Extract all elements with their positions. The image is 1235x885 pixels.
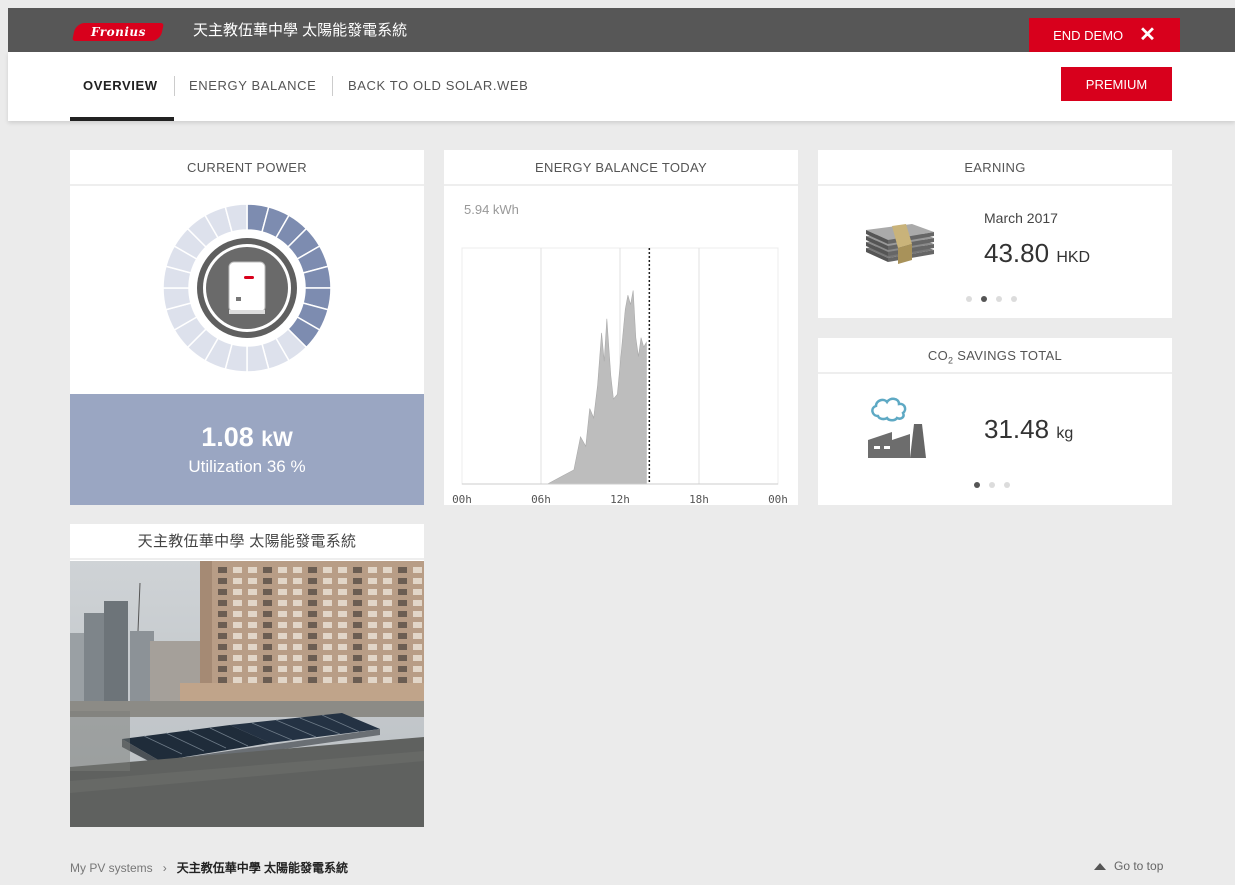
breadcrumb-current: 天主教伍華中學 太陽能發電系統	[176, 861, 349, 875]
end-demo-label: END DEMO	[1053, 27, 1124, 43]
earning-card[interactable]: EARNING March 2017 43.80 HKD	[818, 150, 1172, 318]
system-photo[interactable]	[70, 561, 424, 827]
power-value: 1.08	[201, 422, 254, 452]
x-tick-label: 00h	[768, 493, 788, 505]
utilization-text: Utilization 36 %	[188, 457, 306, 476]
top-bar: Fronius 天主教伍華中學 太陽能發電系統 END DEMO ✕	[8, 8, 1235, 52]
tab-divider	[174, 76, 175, 96]
co2-value: 31.48	[984, 414, 1050, 444]
nav-bar: OVERVIEW ENERGY BALANCE BACK TO OLD SOLA…	[8, 52, 1235, 121]
co2-title-main: CO	[927, 348, 949, 363]
pager-dot[interactable]	[974, 482, 980, 488]
pager-dot[interactable]	[1004, 482, 1010, 488]
breadcrumb-separator: ›	[162, 860, 167, 875]
co2-title: CO2 SAVINGS TOTAL	[818, 338, 1172, 374]
pager-dot[interactable]	[1011, 296, 1017, 302]
earning-unit: HKD	[1056, 249, 1091, 266]
energy-balance-title: ENERGY BALANCE TODAY	[444, 150, 798, 186]
tab-energy-balance[interactable]: ENERGY BALANCE	[189, 78, 316, 93]
breadcrumb-root-link[interactable]: My PV systems	[70, 861, 153, 875]
tab-overview[interactable]: OVERVIEW	[83, 78, 158, 93]
earning-value: 43.80	[984, 238, 1050, 268]
earning-pager	[966, 296, 1017, 302]
system-title: 天主教伍華中學 太陽能發電系統	[193, 22, 408, 39]
go-to-top-button[interactable]: Go to top	[1094, 859, 1163, 873]
earning-value-line: 43.80 HKD	[984, 238, 1090, 269]
energy-balance-card[interactable]: ENERGY BALANCE TODAY 5.94 kWh 00h 06h 12h 1…	[444, 150, 798, 505]
arrow-up-icon	[1094, 862, 1106, 870]
pager-dot[interactable]	[996, 296, 1002, 302]
power-value-line: 1.08 kW	[70, 422, 424, 453]
photo-card-title: 天主教伍華中學 太陽能發電系統	[70, 524, 424, 560]
active-tab-indicator	[70, 117, 174, 121]
system-photo-card[interactable]: 天主教伍華中學 太陽能發電系統	[70, 524, 424, 827]
x-tick-label: 12h	[610, 493, 630, 505]
co2-value-line: 31.48 kg	[984, 414, 1073, 445]
pager-dot[interactable]	[989, 482, 995, 488]
power-unit: kW	[261, 428, 293, 451]
co2-unit: kg	[1056, 425, 1074, 442]
power-gauge	[162, 203, 332, 373]
co2-pager	[974, 482, 1010, 488]
co2-card[interactable]: CO2 SAVINGS TOTAL 31.48 kg	[818, 338, 1172, 505]
tab-back-to-old-solarweb[interactable]: BACK TO OLD SOLAR.WEB	[348, 78, 528, 93]
premium-button[interactable]: PREMIUM	[1061, 67, 1172, 101]
close-icon: ✕	[1139, 24, 1156, 46]
co2-title-rest: SAVINGS TOTAL	[953, 348, 1063, 363]
energy-chart: 00h 06h 12h 18h 00h	[452, 247, 788, 505]
earning-month: March 2017	[984, 210, 1058, 226]
factory-icon	[868, 397, 926, 458]
production-area	[462, 290, 647, 485]
x-tick-label: 00h	[452, 493, 472, 505]
current-power-title: CURRENT POWER	[70, 150, 424, 186]
breadcrumb: My PV systems › 天主教伍華中學 太陽能發電系統	[70, 859, 348, 876]
fronius-logo[interactable]: Fronius	[72, 23, 164, 41]
tab-divider	[332, 76, 333, 96]
x-tick-label: 18h	[689, 493, 709, 505]
pager-dot[interactable]	[966, 296, 972, 302]
earning-title: EARNING	[818, 150, 1172, 186]
go-to-top-label: Go to top	[1114, 859, 1164, 873]
end-demo-button[interactable]: END DEMO ✕	[1029, 18, 1180, 52]
money-stack-icon	[866, 224, 934, 264]
inverter-icon	[228, 261, 266, 314]
power-summary: 1.08 kW Utilization 36 %	[70, 394, 424, 505]
pager-dot[interactable]	[981, 296, 987, 302]
x-tick-label: 06h	[531, 493, 551, 505]
current-power-card[interactable]: CURRENT POWER 1.08 kW Utilization 36 %	[70, 150, 424, 505]
